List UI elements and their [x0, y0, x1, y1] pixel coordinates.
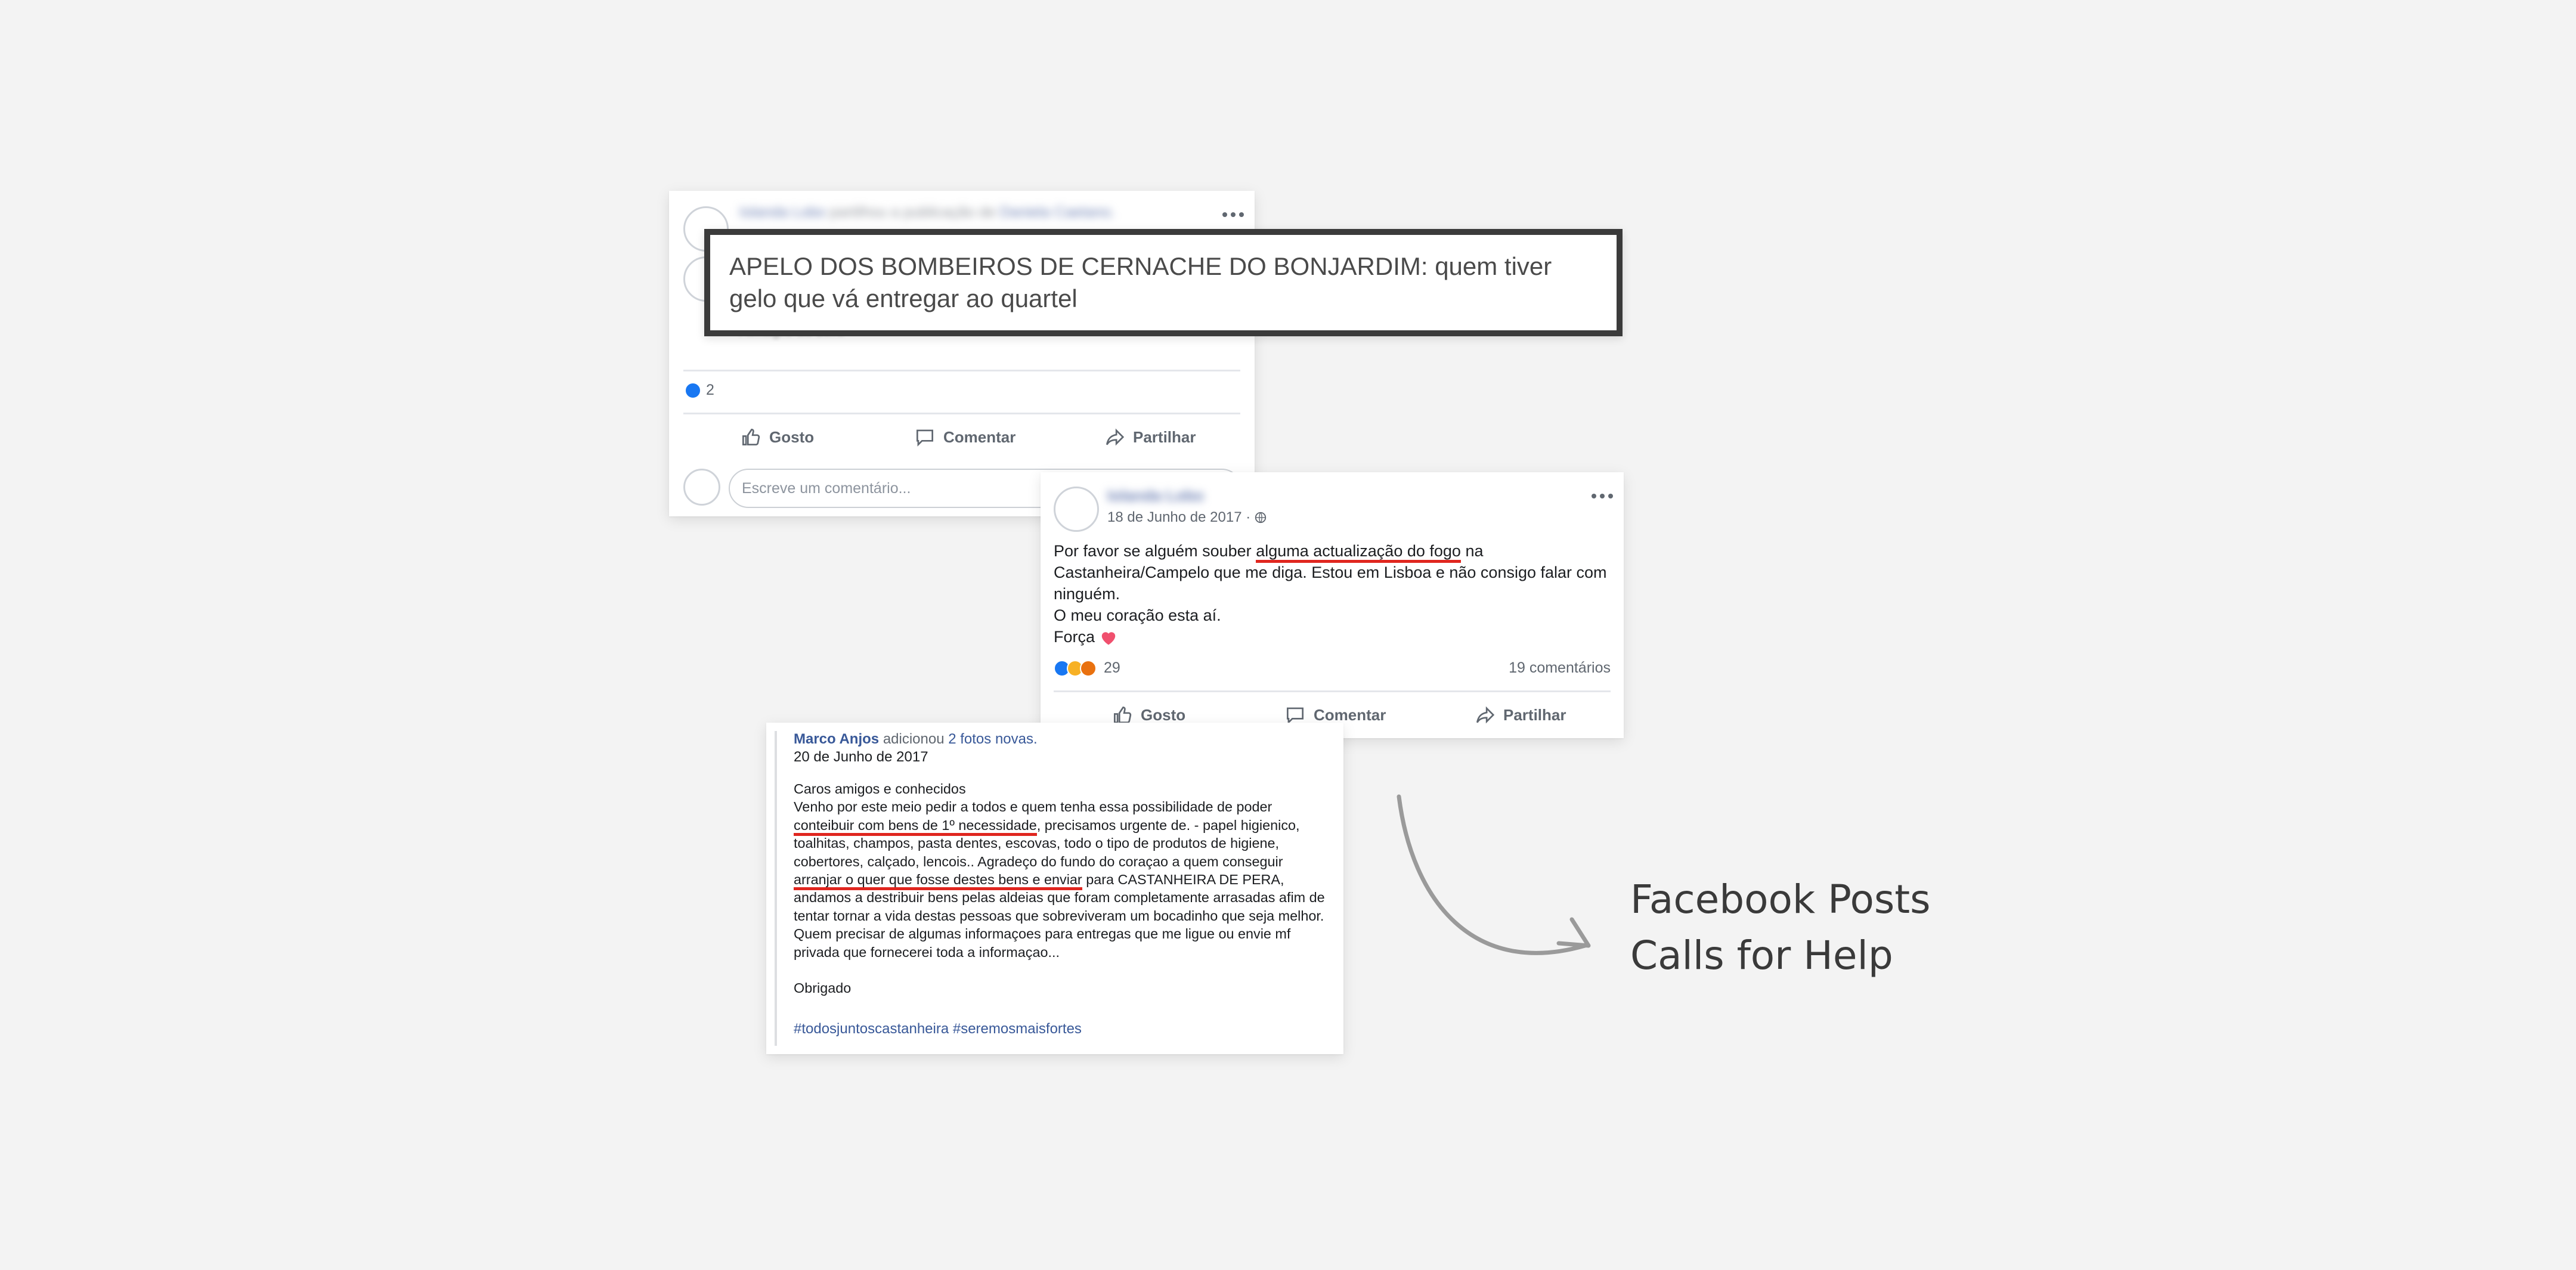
commenter-avatar	[683, 469, 720, 506]
share-action: partilhou a publicação de	[829, 204, 996, 221]
body-text: Venho por este meio pedir a todos e quem…	[794, 799, 1272, 815]
caption-line: Calls for Help	[1630, 933, 1893, 978]
reaction-summary[interactable]: 29	[1054, 659, 1120, 677]
avatar[interactable]	[1054, 487, 1099, 532]
callout-text: APELO DOS BOMBEIROS DE CERNACHE DO BONJA…	[729, 252, 1552, 312]
more-options-icon[interactable]	[1222, 212, 1244, 217]
caption: Facebook Posts Calls for Help	[1630, 872, 1931, 984]
like-button[interactable]: Gosto	[739, 426, 814, 448]
highlight-callout: APELO DOS BOMBEIROS DE CERNACHE DO BONJA…	[704, 229, 1623, 336]
more-options-icon[interactable]	[1592, 494, 1613, 498]
share-button[interactable]: Partilhar	[1103, 426, 1196, 448]
body-text: Quem precisar de algumas informaçoes par…	[794, 926, 1291, 960]
quote-bar	[775, 731, 777, 1046]
date-text: 18 de Junho de 2017 ·	[1107, 509, 1251, 525]
comment-button[interactable]: Comentar	[914, 426, 1015, 448]
author-name[interactable]: Marco Anjos	[794, 731, 879, 747]
globe-icon	[1255, 512, 1267, 524]
body-line: O meu coração esta aí.	[1054, 606, 1221, 624]
share-label: Partilhar	[1503, 705, 1566, 724]
body-line: Força	[1054, 628, 1095, 646]
post-action: adicionou	[883, 731, 945, 747]
heart-icon	[1101, 632, 1115, 645]
divider	[683, 413, 1240, 414]
share-button[interactable]: Partilhar	[1473, 704, 1566, 726]
divider	[683, 370, 1240, 371]
closing: Obrigado	[794, 980, 852, 996]
share-icon	[1106, 428, 1125, 446]
like-count: 2	[706, 382, 714, 398]
post-header: Iolanda Lobo partilhou a publicação de D…	[739, 204, 1115, 221]
thumbs-up-icon	[742, 428, 760, 446]
post-date[interactable]: 20 de Junho de 2017	[794, 749, 928, 766]
share-label: Partilhar	[1133, 428, 1196, 446]
original-author[interactable]: Daniela Caetano.	[999, 204, 1114, 221]
highlighted-phrase: conteibuir com bens de 1º necessidade	[794, 817, 1037, 836]
comment-icon	[916, 429, 934, 447]
post-header: Marco Anjos adicionou 2 fotos novas.	[794, 731, 1038, 748]
caption-line: Facebook Posts	[1630, 876, 1931, 922]
photo-post-card: Marco Anjos adicionou 2 fotos novas. 20 …	[766, 723, 1343, 1054]
photos-link[interactable]: 2 fotos novas.	[948, 731, 1037, 747]
post-date[interactable]: 18 de Junho de 2017 ·	[1107, 509, 1267, 526]
author-name[interactable]: Iolanda Lobo	[1107, 487, 1204, 505]
status-post-card: Iolanda Lobo 18 de Junho de 2017 · Por f…	[1041, 472, 1624, 738]
highlighted-phrase: arranjar o quer que fosse destes bens e …	[794, 872, 1082, 891]
reaction-count: 29	[1104, 659, 1120, 676]
divider	[1054, 690, 1611, 692]
comment-label: Comentar	[943, 428, 1016, 446]
like-reaction-icon	[685, 382, 701, 399]
comment-placeholder: Escreve um comentário...	[742, 479, 911, 497]
angry-reaction-icon	[1080, 659, 1097, 677]
curved-arrow-icon	[1397, 794, 1591, 955]
author-name[interactable]: Iolanda Lobo	[739, 204, 826, 221]
like-label: Gosto	[1141, 705, 1186, 724]
like-label: Gosto	[769, 428, 815, 446]
share-icon	[1476, 706, 1495, 724]
highlighted-phrase: alguma actualização do fogo	[1256, 542, 1461, 563]
body-text: Por favor se alguém souber	[1054, 542, 1256, 560]
hashtags[interactable]: #todosjuntoscastanheira #seremosmaisfort…	[794, 1021, 1082, 1037]
comment-label: Comentar	[1314, 705, 1386, 724]
greeting: Caros amigos e conhecidos	[794, 781, 966, 797]
reaction-summary[interactable]: 2	[685, 382, 714, 399]
comment-count[interactable]: 19 comentários	[1509, 659, 1611, 677]
post-body: Por favor se alguém souber alguma actual…	[1054, 540, 1614, 648]
post-body: Caros amigos e conhecidos Venho por este…	[794, 780, 1330, 998]
